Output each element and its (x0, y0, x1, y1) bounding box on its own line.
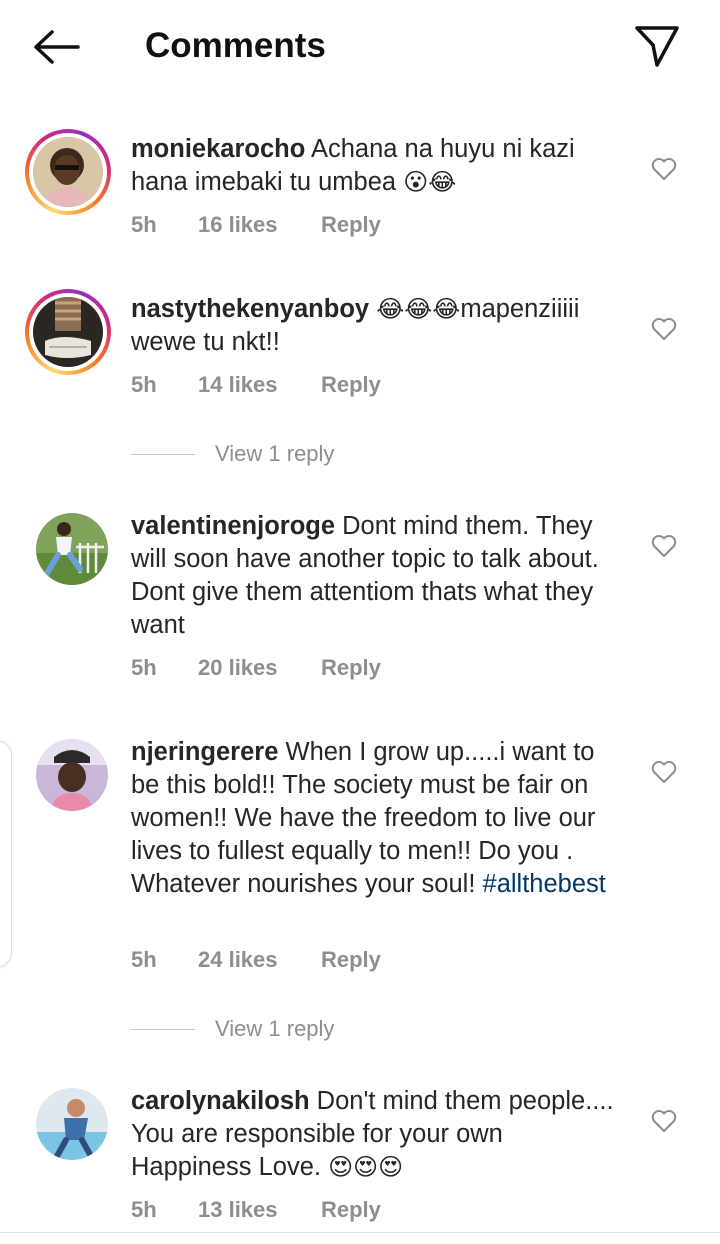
like-heart-icon[interactable] (650, 155, 678, 183)
reply-button[interactable]: Reply (321, 945, 381, 975)
reply-button[interactable]: Reply (321, 1195, 381, 1225)
likes-count[interactable]: 13 likes (198, 1195, 278, 1225)
like-heart-icon[interactable] (650, 532, 678, 560)
avatar[interactable] (24, 731, 112, 819)
comment-text: nastythekenyanboy 😂😂😂mapenziiiii wewe tu… (131, 293, 621, 359)
back-button[interactable] (28, 22, 84, 72)
comment-time: 5h (131, 655, 157, 680)
story-ring (25, 289, 111, 375)
view-replies-button[interactable]: View 1 reply (131, 439, 334, 469)
comment-emojis: 😍😍😍 (328, 1153, 404, 1181)
avatar[interactable] (24, 128, 112, 216)
comment-username[interactable]: valentinenjoroge (131, 512, 335, 540)
comment-username[interactable]: njeringerere (131, 738, 278, 766)
avatar-image (33, 137, 103, 207)
like-heart-icon[interactable] (650, 758, 678, 786)
view-replies-label: View 1 reply (215, 1016, 335, 1041)
comment-time: 5h (131, 372, 157, 397)
comment-time: 5h (131, 212, 157, 237)
view-replies-label: View 1 reply (215, 441, 335, 466)
side-panel-edge (0, 740, 12, 968)
likes-count[interactable]: 24 likes (198, 945, 278, 975)
avatar-image (36, 1088, 108, 1160)
comment-text: carolynakilosh Don't mind them people...… (131, 1085, 621, 1184)
comment-text: valentinenjoroge Dont mind them. They wi… (131, 510, 621, 642)
like-heart-icon[interactable] (650, 315, 678, 343)
comment-time: 5h (131, 1197, 157, 1222)
view-replies-button[interactable]: View 1 reply (131, 1014, 334, 1044)
arrow-left-icon (34, 30, 80, 64)
bottom-divider (0, 1232, 720, 1233)
comment-text: njeringerere When I grow up.....i want t… (131, 736, 621, 901)
avatar-image (33, 297, 103, 367)
story-ring (25, 129, 111, 215)
avatar[interactable] (24, 288, 112, 376)
top-bar: Comments (0, 0, 720, 96)
comment-emojis: 😮😂 (403, 168, 457, 196)
likes-count[interactable]: 20 likes (198, 653, 278, 683)
share-button[interactable] (630, 20, 684, 72)
reply-button[interactable]: Reply (321, 210, 381, 240)
page-title: Comments (145, 26, 326, 65)
reply-button[interactable]: Reply (321, 370, 381, 400)
comment-emojis: 😂😂😂 (376, 295, 461, 323)
avatar-image (36, 739, 108, 811)
avatar[interactable] (24, 1080, 112, 1168)
comment-hashtag[interactable]: #allthebest (483, 870, 606, 898)
avatar-image (36, 513, 108, 585)
avatar[interactable] (24, 505, 112, 593)
likes-count[interactable]: 14 likes (198, 370, 278, 400)
comment-time: 5h (131, 947, 157, 972)
likes-count[interactable]: 16 likes (198, 210, 278, 240)
like-heart-icon[interactable] (650, 1107, 678, 1135)
comment-username[interactable]: carolynakilosh (131, 1087, 310, 1115)
comment-username[interactable]: moniekarocho (131, 135, 305, 163)
paper-plane-icon (635, 26, 679, 67)
comment-username[interactable]: nastythekenyanboy (131, 295, 369, 323)
divider-line (131, 1028, 195, 1030)
divider-line (131, 453, 195, 455)
comment-text: moniekarocho Achana na huyu ni kazi hana… (131, 133, 621, 199)
reply-button[interactable]: Reply (321, 653, 381, 683)
